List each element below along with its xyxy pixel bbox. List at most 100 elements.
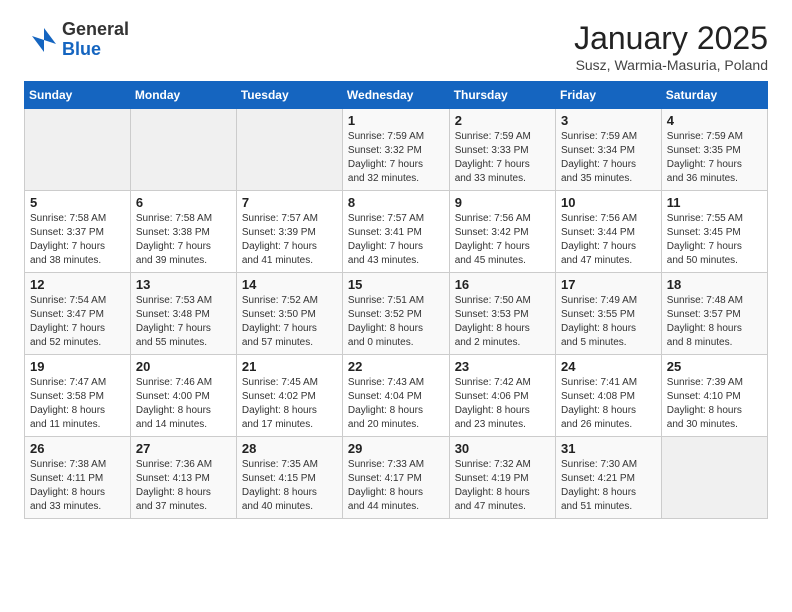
weekday-header: Thursday — [449, 82, 555, 109]
day-info: Sunrise: 7:45 AM Sunset: 4:02 PM Dayligh… — [242, 376, 337, 432]
calendar-header: SundayMondayTuesdayWednesdayThursdayFrid… — [25, 82, 768, 109]
day-info: Sunrise: 7:55 AM Sunset: 3:45 PM Dayligh… — [667, 212, 762, 268]
logo-blue: Blue — [62, 40, 129, 60]
day-number: 7 — [242, 195, 337, 210]
day-number: 26 — [30, 441, 125, 456]
weekday-header: Tuesday — [236, 82, 342, 109]
day-info: Sunrise: 7:59 AM Sunset: 3:35 PM Dayligh… — [667, 130, 762, 186]
day-number: 4 — [667, 113, 762, 128]
calendar-cell — [25, 109, 131, 191]
day-info: Sunrise: 7:56 AM Sunset: 3:42 PM Dayligh… — [455, 212, 550, 268]
day-number: 30 — [455, 441, 550, 456]
calendar-cell: 30Sunrise: 7:32 AM Sunset: 4:19 PM Dayli… — [449, 437, 555, 519]
day-number: 9 — [455, 195, 550, 210]
day-info: Sunrise: 7:57 AM Sunset: 3:39 PM Dayligh… — [242, 212, 337, 268]
calendar-cell: 22 Sunrise: 7:43 AM Sunset: 4:04 PM Dayli… — [342, 355, 449, 437]
calendar-cell: 12 Sunrise: 7:54 AM Sunset: 3:47 PM Dayli… — [25, 273, 131, 355]
calendar-cell: 27Sunrise: 7:36 AM Sunset: 4:13 PM Dayli… — [130, 437, 236, 519]
calendar-body: 1 Sunrise: 7:59 AM Sunset: 3:32 PM Daylig… — [25, 109, 768, 519]
calendar-week-row: 1 Sunrise: 7:59 AM Sunset: 3:32 PM Daylig… — [25, 109, 768, 191]
day-number: 13 — [136, 277, 231, 292]
day-number: 21 — [242, 359, 337, 374]
day-number: 2 — [455, 113, 550, 128]
calendar-cell: 20 Sunrise: 7:46 AM Sunset: 4:00 PM Dayli… — [130, 355, 236, 437]
logo-text: General Blue — [62, 20, 129, 60]
day-number: 12 — [30, 277, 125, 292]
day-info: Sunrise: 7:53 AM Sunset: 3:48 PM Dayligh… — [136, 294, 231, 350]
weekday-header: Wednesday — [342, 82, 449, 109]
calendar-week-row: 5Sunrise: 7:58 AM Sunset: 3:37 PM Daylig… — [25, 191, 768, 273]
calendar-cell — [661, 437, 767, 519]
day-info: Sunrise: 7:33 AM Sunset: 4:17 PM Dayligh… — [348, 458, 444, 514]
day-number: 31 — [561, 441, 656, 456]
subtitle: Susz, Warmia-Masuria, Poland — [574, 57, 768, 73]
calendar-cell: 7 Sunrise: 7:57 AM Sunset: 3:39 PM Daylig… — [236, 191, 342, 273]
day-number: 25 — [667, 359, 762, 374]
day-info: Sunrise: 7:50 AM Sunset: 3:53 PM Dayligh… — [455, 294, 550, 350]
day-info: Sunrise: 7:59 AM Sunset: 3:32 PM Dayligh… — [348, 130, 444, 186]
day-info: Sunrise: 7:42 AM Sunset: 4:06 PM Dayligh… — [455, 376, 550, 432]
day-info: Sunrise: 7:49 AM Sunset: 3:55 PM Dayligh… — [561, 294, 656, 350]
day-number: 3 — [561, 113, 656, 128]
calendar-cell: 25 Sunrise: 7:39 AM Sunset: 4:10 PM Dayli… — [661, 355, 767, 437]
calendar-cell: 11Sunrise: 7:55 AM Sunset: 3:45 PM Dayli… — [661, 191, 767, 273]
day-number: 20 — [136, 359, 231, 374]
calendar-cell: 3Sunrise: 7:59 AM Sunset: 3:34 PM Daylig… — [555, 109, 661, 191]
day-number: 23 — [455, 359, 550, 374]
day-info: Sunrise: 7:36 AM Sunset: 4:13 PM Dayligh… — [136, 458, 231, 514]
logo: General Blue — [24, 20, 129, 60]
logo-icon — [24, 22, 60, 58]
calendar-cell: 24 Sunrise: 7:41 AM Sunset: 4:08 PM Dayli… — [555, 355, 661, 437]
calendar-week-row: 19Sunrise: 7:47 AM Sunset: 3:58 PM Dayli… — [25, 355, 768, 437]
weekday-header: Monday — [130, 82, 236, 109]
calendar-cell: 5Sunrise: 7:58 AM Sunset: 3:37 PM Daylig… — [25, 191, 131, 273]
calendar-cell: 17 Sunrise: 7:49 AM Sunset: 3:55 PM Dayli… — [555, 273, 661, 355]
day-info: Sunrise: 7:52 AM Sunset: 3:50 PM Dayligh… — [242, 294, 337, 350]
month-title: January 2025 — [574, 20, 768, 57]
calendar-cell: 31 Sunrise: 7:30 AM Sunset: 4:21 PM Dayli… — [555, 437, 661, 519]
day-number: 10 — [561, 195, 656, 210]
day-info: Sunrise: 7:58 AM Sunset: 3:37 PM Dayligh… — [30, 212, 125, 268]
calendar-cell: 1 Sunrise: 7:59 AM Sunset: 3:32 PM Daylig… — [342, 109, 449, 191]
day-number: 15 — [348, 277, 444, 292]
calendar-cell: 15Sunrise: 7:51 AM Sunset: 3:52 PM Dayli… — [342, 273, 449, 355]
day-info: Sunrise: 7:41 AM Sunset: 4:08 PM Dayligh… — [561, 376, 656, 432]
weekday-header: Friday — [555, 82, 661, 109]
calendar-cell: 14Sunrise: 7:52 AM Sunset: 3:50 PM Dayli… — [236, 273, 342, 355]
calendar-cell: 28Sunrise: 7:35 AM Sunset: 4:15 PM Dayli… — [236, 437, 342, 519]
day-info: Sunrise: 7:56 AM Sunset: 3:44 PM Dayligh… — [561, 212, 656, 268]
page-header: General Blue January 2025 Susz, Warmia-M… — [24, 20, 768, 73]
calendar-cell: 10 Sunrise: 7:56 AM Sunset: 3:44 PM Dayli… — [555, 191, 661, 273]
day-info: Sunrise: 7:57 AM Sunset: 3:41 PM Dayligh… — [348, 212, 444, 268]
day-number: 28 — [242, 441, 337, 456]
day-number: 1 — [348, 113, 444, 128]
day-number: 24 — [561, 359, 656, 374]
day-info: Sunrise: 7:43 AM Sunset: 4:04 PM Dayligh… — [348, 376, 444, 432]
day-info: Sunrise: 7:54 AM Sunset: 3:47 PM Dayligh… — [30, 294, 125, 350]
calendar-cell: 4 Sunrise: 7:59 AM Sunset: 3:35 PM Daylig… — [661, 109, 767, 191]
day-info: Sunrise: 7:46 AM Sunset: 4:00 PM Dayligh… — [136, 376, 231, 432]
day-number: 18 — [667, 277, 762, 292]
day-info: Sunrise: 7:38 AM Sunset: 4:11 PM Dayligh… — [30, 458, 125, 514]
day-info: Sunrise: 7:30 AM Sunset: 4:21 PM Dayligh… — [561, 458, 656, 514]
calendar-cell: 18Sunrise: 7:48 AM Sunset: 3:57 PM Dayli… — [661, 273, 767, 355]
title-block: January 2025 Susz, Warmia-Masuria, Polan… — [574, 20, 768, 73]
day-info: Sunrise: 7:39 AM Sunset: 4:10 PM Dayligh… — [667, 376, 762, 432]
calendar-cell: 2 Sunrise: 7:59 AM Sunset: 3:33 PM Daylig… — [449, 109, 555, 191]
calendar-cell: 26 Sunrise: 7:38 AM Sunset: 4:11 PM Dayli… — [25, 437, 131, 519]
calendar-week-row: 26 Sunrise: 7:38 AM Sunset: 4:11 PM Dayli… — [25, 437, 768, 519]
day-number: 19 — [30, 359, 125, 374]
day-number: 17 — [561, 277, 656, 292]
calendar-cell: 9 Sunrise: 7:56 AM Sunset: 3:42 PM Daylig… — [449, 191, 555, 273]
day-info: Sunrise: 7:59 AM Sunset: 3:33 PM Dayligh… — [455, 130, 550, 186]
weekday-header: Saturday — [661, 82, 767, 109]
weekday-header: Sunday — [25, 82, 131, 109]
calendar-cell: 21 Sunrise: 7:45 AM Sunset: 4:02 PM Dayli… — [236, 355, 342, 437]
day-info: Sunrise: 7:58 AM Sunset: 3:38 PM Dayligh… — [136, 212, 231, 268]
calendar-cell — [236, 109, 342, 191]
weekday-row: SundayMondayTuesdayWednesdayThursdayFrid… — [25, 82, 768, 109]
calendar: SundayMondayTuesdayWednesdayThursdayFrid… — [24, 81, 768, 519]
day-number: 22 — [348, 359, 444, 374]
calendar-cell: 8Sunrise: 7:57 AM Sunset: 3:41 PM Daylig… — [342, 191, 449, 273]
calendar-cell — [130, 109, 236, 191]
